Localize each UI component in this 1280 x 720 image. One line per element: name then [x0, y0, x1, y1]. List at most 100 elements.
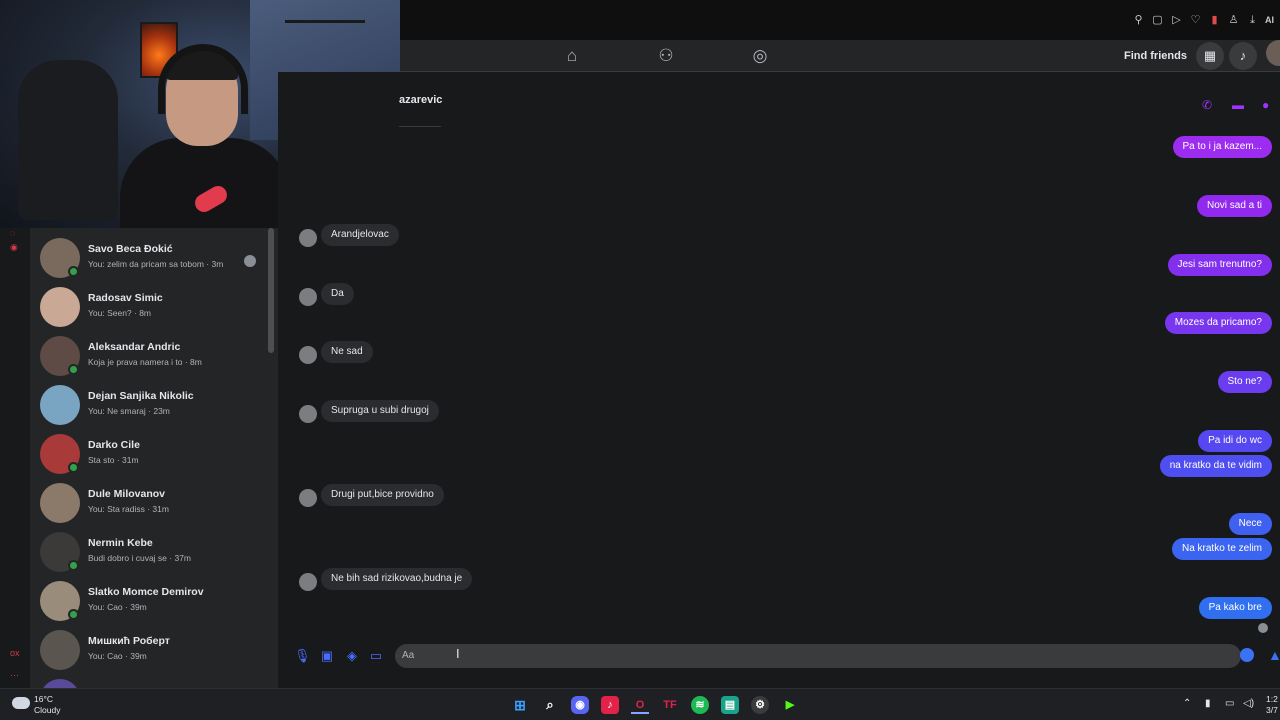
microphone-icon[interactable]: 🎙 [294, 648, 311, 664]
chat-app-icon[interactable]: ▤ [721, 696, 739, 714]
chat-list-scrollbar[interactable] [268, 228, 274, 353]
chat-name: Nermin Kebe [88, 537, 153, 549]
online-indicator [68, 462, 79, 473]
kick-icon[interactable]: ▶ [781, 696, 799, 714]
chat-list: Savo Beca Đokić You: zelim da pricam sa … [30, 228, 278, 688]
text-cursor-icon: I [456, 646, 460, 661]
avatar [40, 483, 80, 523]
list-item[interactable]: Dule Milovanov You: Sta radiss · 31m [30, 477, 270, 526]
outgoing-message: Pa to i ja kazem... [1172, 136, 1272, 158]
divider [399, 126, 441, 127]
profile-icon[interactable]: ♙ [1227, 12, 1240, 28]
network-icon[interactable]: ▭ [1225, 698, 1234, 709]
sender-avatar [299, 229, 317, 247]
chat-preview: Budi dobro i cuvaj se · 37m [88, 553, 191, 563]
sidebar-icon[interactable]: ◉ [10, 242, 18, 253]
weather-condition[interactable]: Cloudy [34, 705, 60, 715]
download-icon[interactable]: ⤓ [1246, 12, 1259, 28]
browser-extension-icons: ⚲ ▢ ▷ ♡ ▮ ♙ ⤓ AI [1132, 12, 1274, 28]
opera-icon[interactable]: O [631, 696, 649, 714]
search-icon[interactable]: ⌕ [541, 696, 559, 714]
info-icon[interactable]: ● [1262, 98, 1269, 112]
outgoing-message: Jesi sam trenutno? [1167, 254, 1272, 276]
outgoing-message: Na kratko te zelim [1171, 538, 1272, 560]
weather-temperature[interactable]: 16°C [34, 694, 53, 704]
record-icon[interactable]: ▮ [1208, 12, 1221, 28]
list-item[interactable]: Aleksandar Andric Koja je prava namera i… [30, 330, 270, 379]
home-icon[interactable]: ⌂ [560, 44, 584, 68]
chevron-up-icon[interactable]: ⌃ [1183, 698, 1191, 709]
chat-preview: You: Sta radiss · 31m [88, 504, 169, 514]
online-indicator [68, 266, 79, 277]
windows-start-icon[interactable]: ⊞ [511, 696, 529, 714]
heart-icon[interactable]: ♡ [1189, 12, 1202, 28]
sticker-icon[interactable]: ◈ [344, 648, 360, 664]
chat-name: Dule Milovanov [88, 488, 166, 500]
chat-name: Darko Cile [88, 439, 140, 451]
phone-icon[interactable]: ✆ [1202, 98, 1212, 112]
tiktok-icon[interactable]: ♪ [601, 696, 619, 714]
sidebar-icon[interactable]: ◌ [10, 228, 15, 238]
list-item[interactable] [30, 673, 270, 688]
outgoing-message: Pa idi do wc [1198, 430, 1272, 452]
webcam-chair [18, 60, 118, 220]
webcam-streamer [120, 40, 290, 228]
outgoing-message: Sto ne? [1217, 371, 1272, 393]
list-item[interactable]: Savo Beca Đokić You: zelim da pricam sa … [30, 232, 270, 281]
list-item[interactable]: Radosav Simic You: Seen? · 8m [30, 281, 270, 330]
online-indicator [68, 364, 79, 375]
tf-app-icon[interactable]: TF [661, 696, 679, 714]
menu-grid-icon[interactable]: ▦ [1196, 42, 1224, 70]
account-avatar[interactable] [1266, 40, 1280, 66]
chat-preview: You: Cao · 39m [88, 602, 147, 612]
discord-icon[interactable]: ◉ [571, 696, 589, 714]
seen-indicator [244, 255, 256, 267]
volume-icon[interactable]: ◁) [1243, 698, 1254, 709]
list-item[interactable]: Мишкић Роберт You: Cao · 39m [30, 624, 270, 673]
clock-time: 1:2 [1266, 694, 1278, 704]
chat-name: Slatko Momce Demirov [88, 586, 204, 598]
find-friends-button[interactable]: Find friends [1124, 44, 1188, 68]
avatar [40, 630, 80, 670]
avatar [40, 385, 80, 425]
play-icon[interactable]: ▷ [1170, 12, 1183, 28]
cloud-icon[interactable] [12, 697, 30, 709]
clock-date: 3/7 [1266, 705, 1278, 715]
list-item[interactable]: Nermin Kebe Budi dobro i cuvaj se · 37m [30, 526, 270, 575]
chat-name: Savo Beca Đokić [88, 243, 173, 255]
more-icon[interactable]: ⋯ [10, 670, 19, 681]
chat-preview: You: zelim da pricam sa tobom · 3m [88, 259, 224, 269]
avatar [40, 679, 80, 688]
sidebar-icon[interactable]: ox [10, 648, 20, 658]
video-icon[interactable]: ▬ [1232, 98, 1244, 112]
list-item[interactable]: Dejan Sanjika Nikolic You: Ne smaraj · 2… [30, 379, 270, 428]
incoming-message: Ne bih sad rizikovao,budna je [321, 568, 473, 590]
friends-icon[interactable]: ⚇ [654, 44, 678, 68]
groups-icon[interactable]: ◎ [748, 44, 772, 68]
clock[interactable]: 1:2 3/7 [1266, 694, 1278, 716]
chat-name: Radosav Simic [88, 292, 163, 304]
outgoing-message: Pa kako bre [1198, 597, 1272, 619]
like-icon[interactable]: ▲ [1268, 647, 1280, 663]
sender-avatar [299, 288, 317, 306]
outgoing-message: na kratko da te vidim [1159, 455, 1272, 477]
message-input[interactable] [395, 644, 1241, 668]
webcam-shelf [285, 20, 365, 23]
list-item[interactable]: Darko Cile Sta sto · 31m [30, 428, 270, 477]
pin-icon[interactable]: ⚲ [1132, 12, 1145, 28]
spotify-icon[interactable]: ≋ [691, 696, 709, 714]
ai-icon[interactable]: AI [1265, 12, 1274, 28]
conversation-contact-name[interactable]: azarevic [399, 94, 442, 106]
image-icon[interactable]: ▣ [319, 648, 335, 664]
settings-icon[interactable]: ⚙ [751, 696, 769, 714]
incoming-message: Supruga u subi drugoj [321, 400, 439, 422]
tab-icon[interactable]: ▢ [1151, 12, 1164, 28]
list-item[interactable]: Slatko Momce Demirov You: Cao · 39m [30, 575, 270, 624]
emoji-icon[interactable] [1240, 648, 1254, 662]
sender-avatar [299, 489, 317, 507]
chat-name: Dejan Sanjika Nikolic [88, 390, 194, 402]
chat-preview: Sta sto · 31m [88, 455, 139, 465]
gif-icon[interactable]: ▭ [368, 648, 384, 664]
notifications-icon[interactable]: ♪ [1229, 42, 1257, 70]
microphone-icon[interactable]: ▮ [1205, 698, 1211, 709]
